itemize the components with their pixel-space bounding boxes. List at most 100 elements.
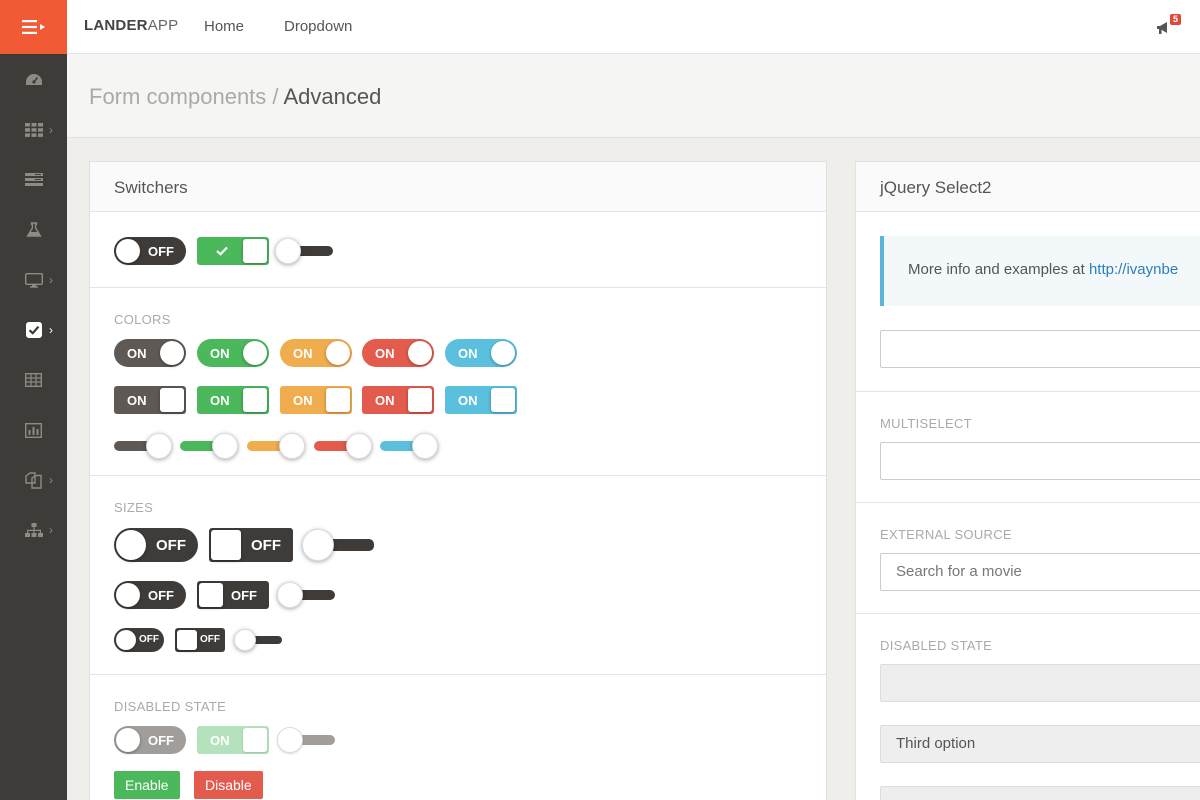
nav-dropdown-link[interactable]: Dropdown: [284, 18, 352, 35]
switch-knob: [160, 388, 184, 412]
switch-knob: [116, 530, 146, 560]
switch-label: OFF: [139, 634, 159, 645]
slider-switch-small[interactable]: [234, 628, 284, 652]
chevron-right-icon: ›: [49, 523, 53, 537]
brand-bold: LANDER: [84, 17, 148, 34]
colors-section: COLORS ON ON ON ON ON ON ON ON ON ON: [90, 287, 826, 475]
slider-knob: [212, 433, 238, 459]
switch-label: ON: [127, 346, 147, 361]
switch-off-dark[interactable]: OFF: [114, 237, 186, 265]
square-switch-on-orange[interactable]: ON: [280, 386, 352, 414]
layout-icon: [24, 173, 43, 186]
slider-knob: [277, 582, 303, 608]
slider-switch-dark[interactable]: [275, 237, 335, 265]
square-switch-large-off[interactable]: OFF: [209, 528, 293, 562]
switch-knob: [491, 341, 515, 365]
switch-knob: [243, 388, 267, 412]
basic-select[interactable]: [880, 330, 1200, 368]
switch-label: ON: [458, 393, 478, 408]
slider-knob: [277, 727, 303, 753]
select-disabled-section: DISABLED STATE Third option: [856, 613, 1200, 800]
third-option-select[interactable]: Third option: [880, 725, 1200, 763]
sidebar-item-forms[interactable]: ›: [0, 305, 67, 355]
switchers-panel-title: Switchers: [90, 162, 826, 212]
square-switch-medium-off[interactable]: OFF: [197, 581, 269, 609]
slider-switch-large[interactable]: [302, 528, 378, 562]
disabled-select: [880, 664, 1200, 702]
slider-switch-medium[interactable]: [277, 581, 339, 609]
sidebar-item-monitor[interactable]: ›: [0, 255, 67, 305]
square-switch-on-dark[interactable]: ON: [114, 386, 186, 414]
enable-button[interactable]: Enable: [114, 771, 180, 799]
sidebar-item-tables[interactable]: [0, 355, 67, 405]
sizes-section: SIZES OFF OFF OFF OFF OFF OFF: [90, 475, 826, 674]
checkbox-icon: [25, 322, 42, 338]
switch-knob: [116, 728, 140, 752]
sidebar-item-lab[interactable]: [0, 205, 67, 255]
switch-knob: [177, 630, 197, 650]
switch-large-off[interactable]: OFF: [114, 528, 198, 562]
slider-switch-green[interactable]: [180, 432, 240, 460]
flask-icon: [25, 222, 42, 237]
bar-chart-icon: [25, 422, 42, 438]
nav-home-link[interactable]: Home: [204, 18, 244, 35]
switch-on-orange[interactable]: ON: [280, 339, 352, 367]
slider-switch-orange[interactable]: [247, 432, 307, 460]
sidebar-item-grid[interactable]: ›: [0, 105, 67, 155]
switch-checked-green[interactable]: [197, 237, 269, 265]
slider-knob: [275, 238, 301, 264]
switch-label: OFF: [200, 634, 220, 645]
switch-label: OFF: [148, 733, 174, 748]
switch-knob: [211, 530, 241, 560]
sidebar-item-layout[interactable]: [0, 155, 67, 205]
switch-on-dark[interactable]: ON: [114, 339, 186, 367]
sidebar-item-dashboard[interactable]: [0, 55, 67, 105]
slider-switch-red[interactable]: [314, 432, 374, 460]
switch-knob: [408, 341, 432, 365]
disable-button[interactable]: Disable: [194, 771, 263, 799]
menu-icon: [21, 20, 45, 34]
chevron-right-icon: ›: [49, 323, 53, 337]
sidebar-item-sitemap[interactable]: ›: [0, 505, 67, 555]
square-switch-on-blue[interactable]: ON: [445, 386, 517, 414]
notification-count-badge: 5: [1169, 14, 1181, 25]
notifications-button[interactable]: 5: [1156, 14, 1181, 38]
menu-toggle-button[interactable]: [0, 0, 67, 54]
check-icon: [216, 246, 228, 256]
slider-knob: [279, 433, 305, 459]
info-link[interactable]: http://ivaynbe: [1089, 261, 1178, 278]
slider-knob: [146, 433, 172, 459]
switch-label: OFF: [148, 244, 174, 259]
square-switch-on-red[interactable]: ON: [362, 386, 434, 414]
table-icon: [25, 373, 42, 387]
slider-switch-blue[interactable]: [380, 432, 440, 460]
switch-small-off[interactable]: OFF: [114, 628, 164, 652]
switch-on-red[interactable]: ON: [362, 339, 434, 367]
square-switch-on-green[interactable]: ON: [197, 386, 269, 414]
switch-knob: [243, 239, 267, 263]
sidebar-item-pages[interactable]: ›: [0, 455, 67, 505]
movie-search-input[interactable]: Search for a movie: [880, 553, 1200, 591]
multiselect-input[interactable]: [880, 442, 1200, 480]
switch-on-blue[interactable]: ON: [445, 339, 517, 367]
sitemap-icon: [24, 522, 43, 537]
switch-medium-off[interactable]: OFF: [114, 581, 186, 609]
switch-knob: [326, 341, 350, 365]
sidebar-item-charts[interactable]: [0, 405, 67, 455]
switch-label: ON: [210, 393, 230, 408]
multiselect-label: MULTISELECT: [880, 416, 972, 431]
square-switch-disabled-on: ON: [197, 726, 269, 754]
square-switch-small-off[interactable]: OFF: [175, 628, 225, 652]
copy-icon: [25, 471, 42, 489]
switch-label: ON: [375, 393, 395, 408]
slider-switch-dark[interactable]: [114, 432, 174, 460]
switch-on-green[interactable]: ON: [197, 339, 269, 367]
switch-knob: [243, 728, 267, 752]
select2-panel: jQuery Select2 More info and examples at…: [855, 161, 1200, 800]
select-disabled-label: DISABLED STATE: [880, 638, 993, 653]
switch-knob: [116, 630, 136, 650]
brand-logo[interactable]: LANDERAPP: [84, 17, 178, 34]
monitor-icon: [24, 272, 43, 288]
breadcrumb-parent[interactable]: Form components: [89, 84, 266, 109]
top-header: LANDERAPP Home Dropdown 5: [67, 0, 1200, 54]
